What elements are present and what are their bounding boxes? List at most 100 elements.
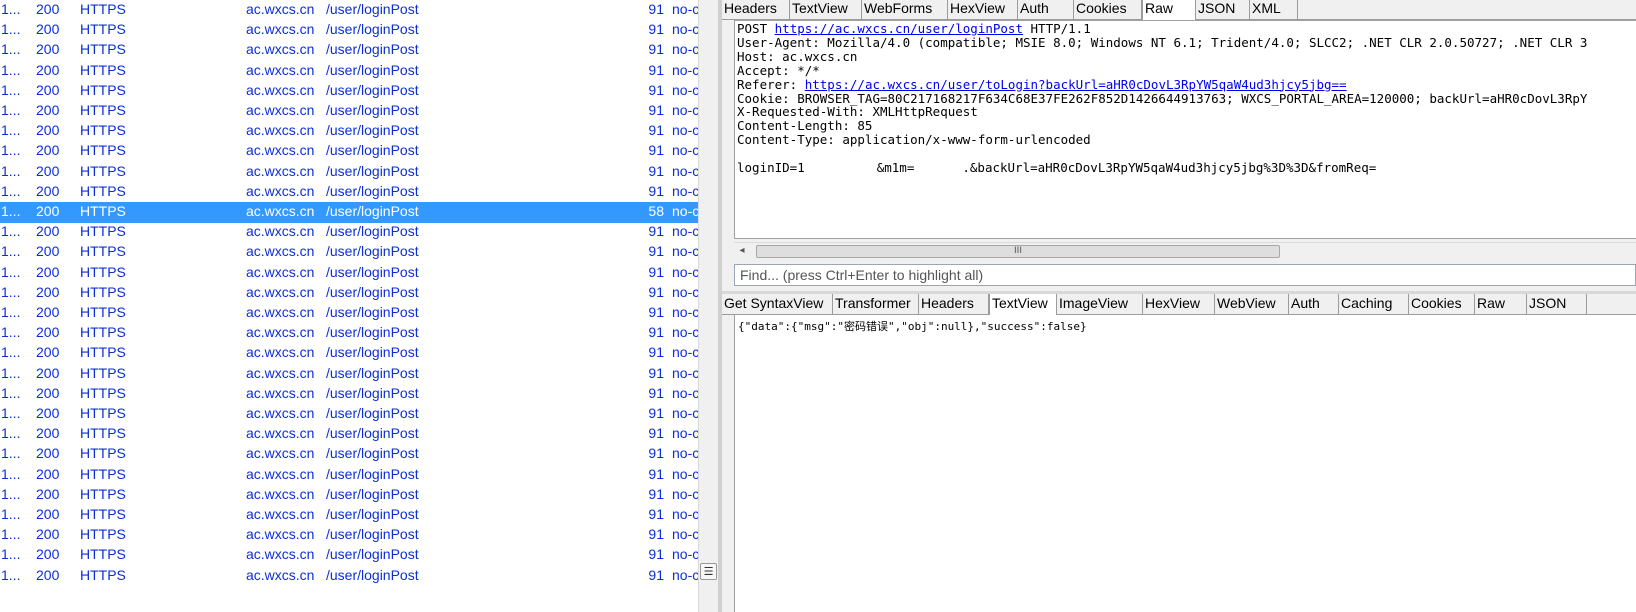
session-host-cell: ac.wxcs.cn: [246, 425, 315, 442]
session-url-cell: /user/loginPost: [326, 81, 419, 98]
session-row[interactable]: 1... 200 HTTPS ac.wxcs.cn/user/loginPost 91 n…: [0, 101, 698, 122]
response-tab-transformer[interactable]: Transformer: [833, 294, 919, 315]
session-row[interactable]: 1... 200 HTTPS ac.wxcs.cn/user/loginPost 91 n…: [0, 162, 698, 183]
find-input[interactable]: Find... (press Ctrl+Enter to highlight a…: [734, 264, 1636, 286]
sessions-list[interactable]: 1... 200 HTTPS ac.wxcs.cn/user/loginPost 91 n…: [0, 0, 698, 612]
session-row[interactable]: 1... 200 HTTPS ac.wxcs.cn/user/loginPost 91 n…: [0, 222, 698, 243]
body-rest: .&backUrl=aHR0cDovL3RpYW5qaW4ud3hjcy5jbg…: [962, 160, 1377, 176]
session-row[interactable]: 1... 200 HTTPS ac.wxcs.cn/user/loginPost 91 n…: [0, 465, 698, 486]
response-tab-hexview[interactable]: HexView: [1143, 294, 1215, 315]
session-protocol-cell: HTTPS: [80, 81, 126, 98]
session-host-cell: ac.wxcs.cn: [246, 546, 315, 563]
session-row[interactable]: 1... 200 HTTPS ac.wxcs.cn/user/loginPost 91 n…: [0, 0, 698, 21]
session-row[interactable]: 1... 200 HTTPS ac.wxcs.cn/user/loginPost 91 n…: [0, 61, 698, 82]
response-tab-cookies[interactable]: Cookies: [1409, 294, 1475, 315]
session-row[interactable]: 1... 200 HTTPS ac.wxcs.cn/user/loginPost 58 n…: [0, 202, 698, 223]
session-row[interactable]: 1... 200 HTTPS ac.wxcs.cn/user/loginPost 91 n…: [0, 121, 698, 142]
request-horizontal-scrollbar[interactable]: ◂ III: [734, 242, 1636, 259]
session-row[interactable]: 1... 200 HTTPS ac.wxcs.cn/user/loginPost 91 n…: [0, 525, 698, 546]
session-host-cell: ac.wxcs.cn: [246, 324, 315, 341]
request-url-link[interactable]: https://ac.wxcs.cn/user/loginPost: [775, 21, 1023, 36]
session-host-cell: ac.wxcs.cn: [246, 162, 315, 179]
session-row[interactable]: 1... 200 HTTPS ac.wxcs.cn/user/loginPost 91 n…: [0, 545, 698, 566]
session-caching-cell: no-c: [672, 304, 698, 320]
response-tab-imageview[interactable]: ImageView: [1057, 294, 1143, 315]
request-raw-view[interactable]: POST https://ac.wxcs.cn/user/loginPost H…: [734, 20, 1636, 239]
request-tab-textview[interactable]: TextView: [790, 0, 862, 20]
session-caching-cell: no-c: [672, 384, 698, 401]
response-tab-json[interactable]: JSON: [1527, 294, 1587, 315]
response-tab-auth[interactable]: Auth: [1289, 294, 1339, 315]
session-host-cell: ac.wxcs.cn: [246, 1, 315, 17]
response-tab-textview[interactable]: TextView: [989, 294, 1057, 315]
session-protocol-cell: HTTPS: [80, 182, 126, 199]
session-row[interactable]: 1... 200 HTTPS ac.wxcs.cn/user/loginPost 91 n…: [0, 364, 698, 385]
session-row[interactable]: 1... 200 HTTPS ac.wxcs.cn/user/loginPost 91 n…: [0, 323, 698, 344]
session-protocol-cell: HTTPS: [80, 304, 126, 320]
session-row[interactable]: 1... 200 HTTPS ac.wxcs.cn/user/loginPost 91 n…: [0, 242, 698, 263]
session-result-cell: 200: [36, 21, 60, 38]
session-row[interactable]: 1... 200 HTTPS ac.wxcs.cn/user/loginPost 91 n…: [0, 303, 698, 324]
pane-splitter[interactable]: [698, 0, 720, 612]
response-tab-raw[interactable]: Raw: [1475, 294, 1527, 315]
session-num-cell: 1...: [1, 1, 21, 17]
session-host-cell: ac.wxcs.cn: [246, 122, 315, 139]
session-host-cell: ac.wxcs.cn: [246, 142, 315, 159]
session-host-cell: ac.wxcs.cn: [246, 61, 315, 78]
session-row[interactable]: 1... 200 HTTPS ac.wxcs.cn/user/loginPost 91 n…: [0, 485, 698, 506]
request-tab-json[interactable]: JSON: [1196, 0, 1250, 20]
session-caching-cell: no-c: [672, 263, 698, 280]
session-url-cell: /user/loginPost: [326, 465, 419, 482]
referer-url-link[interactable]: https://ac.wxcs.cn/user/toLogin?backUrl=…: [805, 77, 1347, 92]
session-host-cell: ac.wxcs.cn: [246, 384, 315, 401]
session-row[interactable]: 1... 200 HTTPS ac.wxcs.cn/user/loginPost 91 n…: [0, 343, 698, 364]
session-row[interactable]: 1... 200 HTTPS ac.wxcs.cn/user/loginPost 91 n…: [0, 283, 698, 304]
session-protocol-cell: HTTPS: [80, 223, 126, 240]
session-host-cell: ac.wxcs.cn: [246, 203, 315, 219]
session-host-cell: ac.wxcs.cn: [246, 445, 315, 462]
request-tab-auth[interactable]: Auth: [1018, 0, 1074, 20]
session-row[interactable]: 1... 200 HTTPS ac.wxcs.cn/user/loginPost 91 n…: [0, 81, 698, 102]
session-row[interactable]: 1... 200 HTTPS ac.wxcs.cn/user/loginPost 91 n…: [0, 182, 698, 203]
session-result-cell: 200: [36, 243, 60, 260]
session-row[interactable]: 1... 200 HTTPS ac.wxcs.cn/user/loginPost 91 n…: [0, 505, 698, 526]
session-protocol-cell: HTTPS: [80, 364, 126, 381]
session-result-cell: 200: [36, 283, 60, 300]
request-tab-webforms[interactable]: WebForms: [862, 0, 948, 20]
request-tab-raw[interactable]: Raw: [1142, 0, 1196, 20]
session-row[interactable]: 1... 200 HTTPS ac.wxcs.cn/user/loginPost 91 n…: [0, 444, 698, 465]
session-protocol-cell: HTTPS: [80, 485, 126, 502]
request-tab-xml[interactable]: XML: [1250, 0, 1298, 20]
response-tab-headers[interactable]: Headers: [919, 294, 989, 315]
request-tab-cookies[interactable]: Cookies: [1074, 0, 1142, 20]
session-caching-cell: no-c: [672, 283, 698, 300]
session-row[interactable]: 1... 200 HTTPS ac.wxcs.cn/user/loginPost 91 n…: [0, 20, 698, 41]
session-body-cell: 91: [648, 546, 664, 563]
session-row[interactable]: 1... 200 HTTPS ac.wxcs.cn/user/loginPost 91 n…: [0, 424, 698, 445]
session-result-cell: 200: [36, 122, 60, 139]
scroll-thumb[interactable]: III: [756, 245, 1280, 258]
request-tab-headers[interactable]: Headers: [722, 0, 790, 20]
response-tab-get-syntaxview[interactable]: Get SyntaxView: [722, 294, 833, 315]
response-tab-caching[interactable]: Caching: [1339, 294, 1409, 315]
session-body-cell: 91: [648, 485, 664, 502]
response-text-view[interactable]: {"data":{"msg":"密码错误","obj":null},"succe…: [734, 315, 1636, 612]
session-url-cell: /user/loginPost: [326, 41, 419, 58]
session-host-cell: ac.wxcs.cn: [246, 364, 315, 381]
response-tab-webview[interactable]: WebView: [1215, 294, 1289, 315]
session-caching-cell: no-c: [672, 142, 698, 159]
session-row[interactable]: 1... 200 HTTPS ac.wxcs.cn/user/loginPost 91 n…: [0, 404, 698, 425]
session-caching-cell: no-c: [672, 425, 698, 442]
session-row[interactable]: 1... 200 HTTPS ac.wxcs.cn/user/loginPost 91 n…: [0, 384, 698, 405]
session-url-cell: /user/loginPost: [326, 203, 419, 219]
request-tab-hexview[interactable]: HexView: [948, 0, 1018, 20]
session-url-cell: /user/loginPost: [326, 425, 419, 442]
session-row[interactable]: 1... 200 HTTPS ac.wxcs.cn/user/loginPost 91 n…: [0, 263, 698, 284]
session-body-cell: 91: [648, 304, 664, 320]
session-row[interactable]: 1... 200 HTTPS ac.wxcs.cn/user/loginPost 91 n…: [0, 40, 698, 61]
session-row[interactable]: 1... 200 HTTPS ac.wxcs.cn/user/loginPost 91 n…: [0, 566, 698, 587]
scroll-left-icon[interactable]: ◂: [736, 245, 748, 257]
session-row[interactable]: 1... 200 HTTPS ac.wxcs.cn/user/loginPost 91 n…: [0, 141, 698, 162]
session-host-cell: ac.wxcs.cn: [246, 243, 315, 260]
list-menu-icon[interactable]: ☰: [700, 563, 717, 580]
